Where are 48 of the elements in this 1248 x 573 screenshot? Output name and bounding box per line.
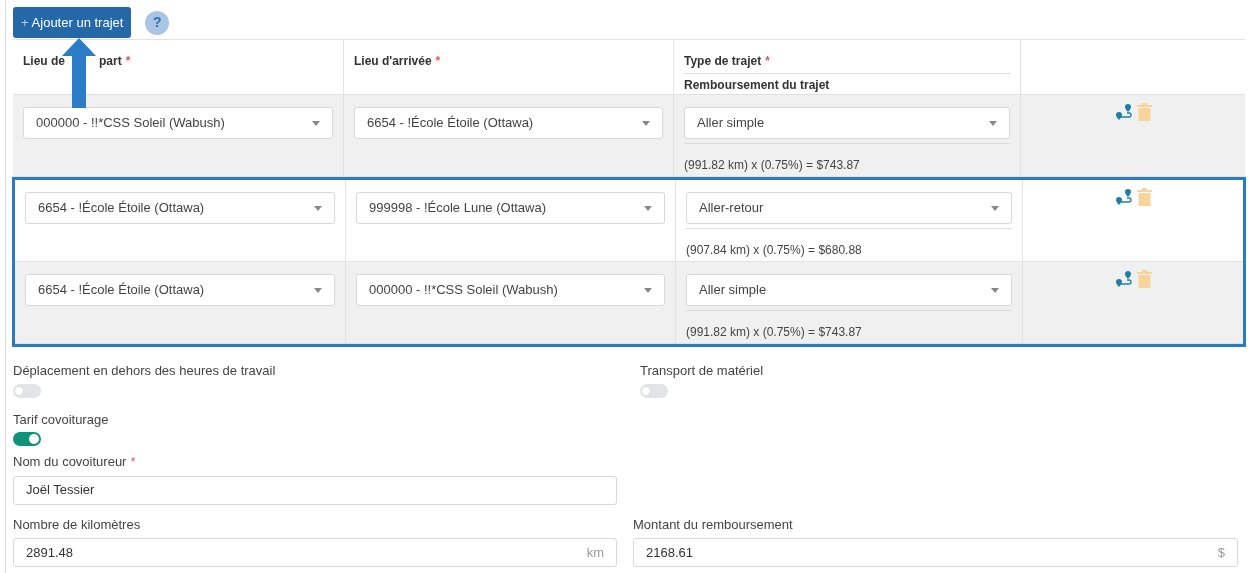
caret-icon (312, 120, 320, 126)
caret-icon (642, 120, 650, 126)
toggle-label: Déplacement en dehors des heures de travail (13, 362, 277, 380)
caret-icon (644, 287, 652, 293)
caret-icon (991, 205, 999, 211)
field-label: Nombre de kilomètres (13, 515, 141, 534)
caret-icon (314, 287, 322, 293)
input-field[interactable]: 2168.61 $ (633, 538, 1238, 567)
column-header: Lieu de (23, 53, 65, 70)
toggle-label: Transport de matériel (640, 362, 765, 380)
dropdown[interactable]: 6654 - !École Étoile (Ottawa) (25, 274, 335, 306)
dropdown[interactable]: Aller simple (686, 274, 1012, 306)
route-icon[interactable] (1114, 188, 1133, 206)
route-icon[interactable] (1114, 103, 1133, 121)
toggle-switch[interactable] (640, 383, 668, 398)
required-mark: * (125, 54, 131, 68)
toggle-switch[interactable] (13, 383, 41, 398)
route-icon[interactable] (1114, 270, 1133, 288)
column-subheader: Remboursement du trajet (684, 78, 830, 92)
add-trip-button[interactable]: + Ajouter un trajet (13, 7, 132, 38)
caret-icon (644, 205, 652, 211)
field-label: Montant du remboursement (633, 515, 793, 534)
required-mark: * (130, 453, 136, 471)
dropdown[interactable]: 6654 - !École Étoile (Ottawa) (25, 192, 335, 224)
toggle-label: Tarif covoiturage (13, 410, 110, 429)
dropdown[interactable]: 999998 - !École Lune (Ottawa) (356, 192, 665, 224)
required-mark: * (765, 54, 770, 68)
required-mark: * (435, 54, 441, 68)
dropdown[interactable]: Aller-retour (686, 192, 1012, 224)
toggle-switch[interactable] (13, 432, 41, 446)
unit-suffix: $ (1217, 543, 1225, 562)
dropdown[interactable]: Aller simple (684, 107, 1010, 139)
reimbursement-formula: (991.82 km) x (0.75%) = $743.87 (684, 158, 860, 172)
column-header: Type de trajet (684, 53, 762, 70)
reimbursement-formula: (907.84 km) x (0.75%) = $680.88 (686, 243, 862, 257)
column-header: part (99, 53, 122, 70)
dropdown[interactable]: 000000 - !!*CSS Soleil (Wabush) (23, 107, 333, 139)
dropdown[interactable]: 000000 - !!*CSS Soleil (Wabush) (356, 274, 665, 306)
dropdown[interactable]: 6654 - !École Étoile (Ottawa) (354, 107, 663, 139)
caret-icon (991, 287, 999, 293)
input-field[interactable]: 2891.48 km (13, 538, 617, 567)
column-header: Lieu d'arrivée (354, 53, 432, 70)
reimbursement-formula: (991.82 km) x (0.75%) = $743.87 (686, 325, 862, 339)
caret-icon (989, 120, 997, 126)
field-label: Nom du covoitureur (13, 453, 127, 471)
input-field[interactable]: Joël Tessier (13, 475, 617, 505)
caret-icon (314, 205, 322, 211)
unit-suffix: km (586, 543, 604, 562)
